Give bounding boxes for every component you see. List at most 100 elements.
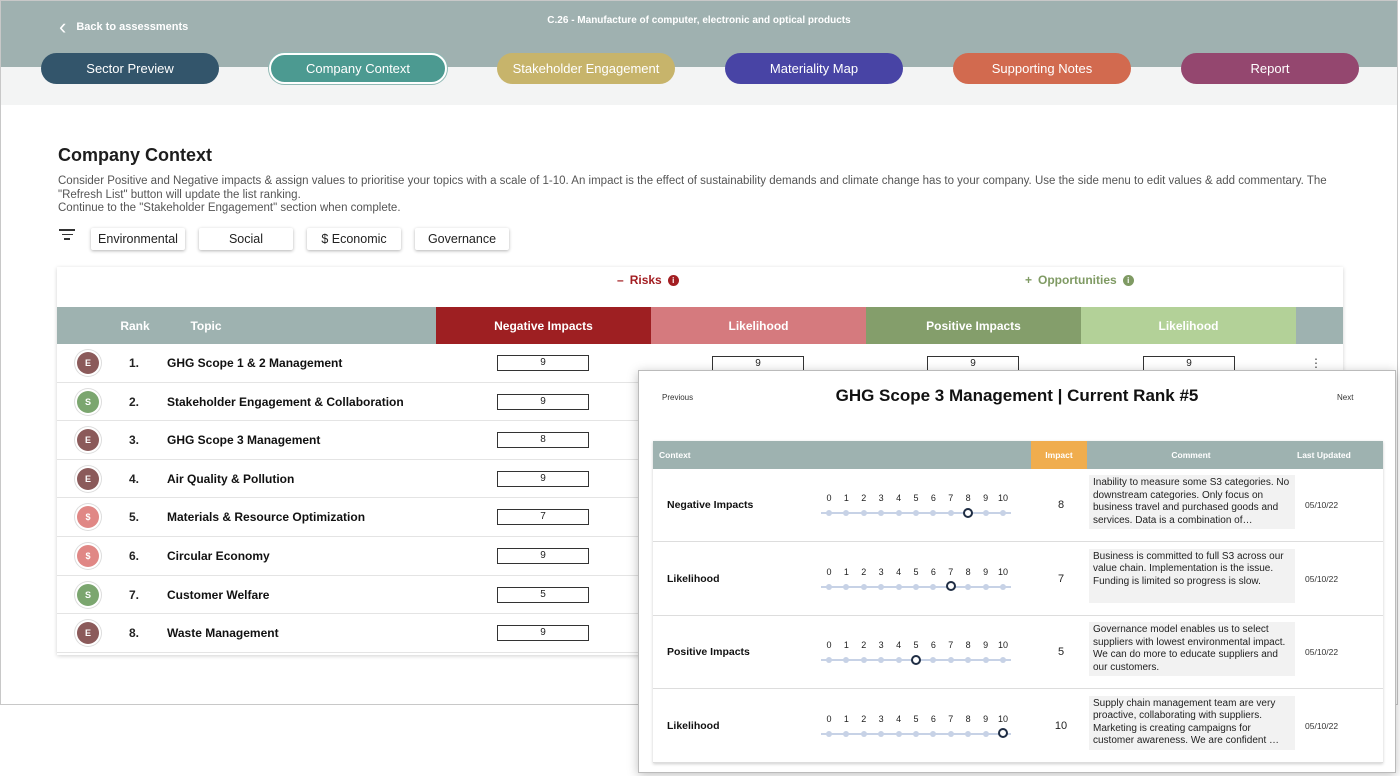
negative-impact-input[interactable]: 9 (497, 548, 589, 564)
topic-name[interactable]: Materials & Resource Optimization (167, 510, 365, 524)
rating-slider[interactable]: 0 1 2 3 4 5 6 7 8 9 10 (821, 487, 1011, 518)
col-positive-impacts[interactable]: Positive Impacts (866, 307, 1081, 344)
scale-dot[interactable] (947, 730, 954, 737)
scale-dot[interactable] (843, 657, 850, 663)
scale-dot[interactable] (930, 510, 937, 516)
tab-sector-preview[interactable]: Sector Preview (41, 53, 219, 84)
slider-thumb[interactable] (963, 507, 974, 518)
scale-dot[interactable] (860, 583, 867, 590)
table-row[interactable]: E 3. GHG Scope 3 Management 8 (57, 421, 639, 460)
topic-name[interactable]: GHG Scope 1 & 2 Management (167, 356, 342, 370)
scale-dot[interactable] (826, 510, 832, 516)
scale-dot[interactable] (930, 730, 937, 737)
table-row[interactable]: E 1. GHG Scope 1 & 2 Management 9 (57, 344, 639, 383)
scale-dot[interactable] (895, 510, 902, 516)
table-row[interactable]: $5. Materials & Resource Optimization 7 (57, 498, 639, 537)
scale-dot[interactable] (982, 730, 989, 737)
scale-dot[interactable] (878, 583, 885, 590)
negative-impact-input[interactable]: 7 (497, 509, 589, 526)
tab-stakeholder-engagement[interactable]: Stakeholder Engagement (497, 53, 675, 84)
slider-thumb[interactable] (911, 654, 921, 665)
tab-report[interactable]: Report (1181, 53, 1359, 84)
table-row[interactable]: S 2. Stakeholder Engagement & Collaboratio… (57, 383, 639, 422)
risks-section-label[interactable]: – Risks i (617, 273, 679, 287)
comment-text[interactable]: Inability to measure some S3 categories.… (1089, 475, 1295, 529)
scale-dot[interactable] (1000, 583, 1006, 590)
scale-dot[interactable] (895, 730, 902, 737)
scale-dot[interactable] (930, 657, 937, 663)
info-icon[interactable]: i (1122, 274, 1134, 286)
scale-dot[interactable] (878, 730, 885, 737)
scale-dot[interactable] (895, 657, 902, 663)
scale-dot[interactable] (965, 730, 972, 737)
filter-chip-social[interactable]: Social (199, 228, 293, 250)
scale-dot[interactable] (965, 657, 972, 663)
scale-dot[interactable] (878, 510, 885, 516)
scale-dot[interactable] (843, 510, 850, 516)
next-button[interactable]: Next (1337, 393, 1353, 402)
tab-materiality-map[interactable]: Materiality Map (725, 53, 903, 84)
scale-dot[interactable] (1000, 510, 1006, 516)
rating-slider[interactable]: 0 1 2 3 4 5 6 7 8 9 10 (821, 708, 1011, 738)
scale-dot[interactable] (843, 730, 850, 737)
tab-supporting-notes[interactable]: Supporting Notes (953, 53, 1131, 84)
scale-dot[interactable] (826, 657, 832, 663)
more-options-icon[interactable]: ⋮ (1310, 357, 1322, 369)
scale-dot[interactable] (965, 583, 972, 590)
table-row[interactable]: $6. Circular Economy 9 (57, 537, 639, 576)
rating-slider[interactable]: 0 1 2 3 4 5 6 7 8 9 10 (821, 561, 1011, 591)
scale-dot[interactable] (843, 583, 850, 590)
scale-dot[interactable] (826, 730, 832, 737)
negative-impact-input[interactable]: 9 (497, 393, 589, 410)
scale-dot[interactable] (913, 730, 919, 737)
col-likelihood-risk[interactable]: Likelihood (651, 307, 866, 344)
opportunities-section-label[interactable]: + Opportunities i (1025, 273, 1134, 287)
topic-name[interactable]: Circular Economy (167, 549, 270, 563)
col-topic[interactable]: Topic (171, 307, 241, 344)
scale-dot[interactable] (982, 657, 989, 663)
scale-dot[interactable] (947, 657, 954, 663)
tab-company-context[interactable]: Company Context (269, 53, 447, 84)
negative-impact-input[interactable]: 9 (497, 625, 589, 642)
topic-name[interactable]: Stakeholder Engagement & Collaboration (167, 395, 404, 409)
slider-thumb[interactable] (998, 728, 1008, 738)
comment-text[interactable]: Governance model enables us to select su… (1089, 622, 1295, 676)
negative-impact-input[interactable]: 5 (497, 586, 589, 603)
scale-dot[interactable] (826, 583, 832, 590)
filter-chip-governance[interactable]: Governance (415, 228, 509, 250)
info-icon[interactable]: i (667, 274, 679, 286)
col-likelihood-opportunity[interactable]: Likelihood (1081, 307, 1296, 344)
topic-name[interactable]: Customer Welfare (167, 588, 269, 602)
scale-dot[interactable] (930, 583, 937, 590)
scale-dot[interactable] (860, 510, 867, 516)
filter-icon[interactable] (58, 229, 76, 245)
scale-dot[interactable] (1000, 657, 1006, 663)
scale-tick-label: 7 (948, 566, 954, 577)
slider-thumb[interactable] (945, 581, 956, 591)
col-rank[interactable]: Rank (111, 307, 159, 344)
filter-chip-economic[interactable]: $ Economic (307, 228, 401, 250)
negative-impact-input[interactable]: 9 (497, 355, 589, 371)
scale-dot[interactable] (982, 510, 989, 516)
scale-dot[interactable] (947, 510, 954, 516)
comment-text[interactable]: Business is committed to full S3 across … (1089, 548, 1295, 603)
scale-dot[interactable] (860, 657, 867, 663)
scale-dot[interactable] (878, 657, 885, 663)
col-negative-impacts[interactable]: Negative Impacts (436, 307, 651, 344)
negative-impact-input[interactable]: 8 (497, 432, 589, 449)
table-row[interactable]: E 4. Air Quality & Pollution 9 (57, 460, 639, 499)
scale-dot[interactable] (913, 510, 919, 516)
scale-dot[interactable] (913, 583, 919, 590)
rating-slider[interactable]: 0 1 2 3 4 5 6 7 8 9 10 (821, 634, 1011, 665)
scale-dot[interactable] (860, 730, 867, 737)
table-row[interactable]: E 8. Waste Management 9 (57, 614, 639, 653)
scale-dot[interactable] (895, 583, 902, 590)
filter-chip-environmental[interactable]: Environmental (91, 228, 185, 250)
topic-name[interactable]: Air Quality & Pollution (167, 472, 294, 486)
topic-name[interactable]: Waste Management (167, 626, 279, 640)
negative-impact-input[interactable]: 9 (497, 470, 589, 487)
topic-name[interactable]: GHG Scope 3 Management (167, 433, 320, 447)
scale-dot[interactable] (982, 583, 989, 590)
table-row[interactable]: S 7. Customer Welfare 5 (57, 576, 639, 615)
comment-text[interactable]: Supply chain management team are very pr… (1089, 695, 1295, 750)
